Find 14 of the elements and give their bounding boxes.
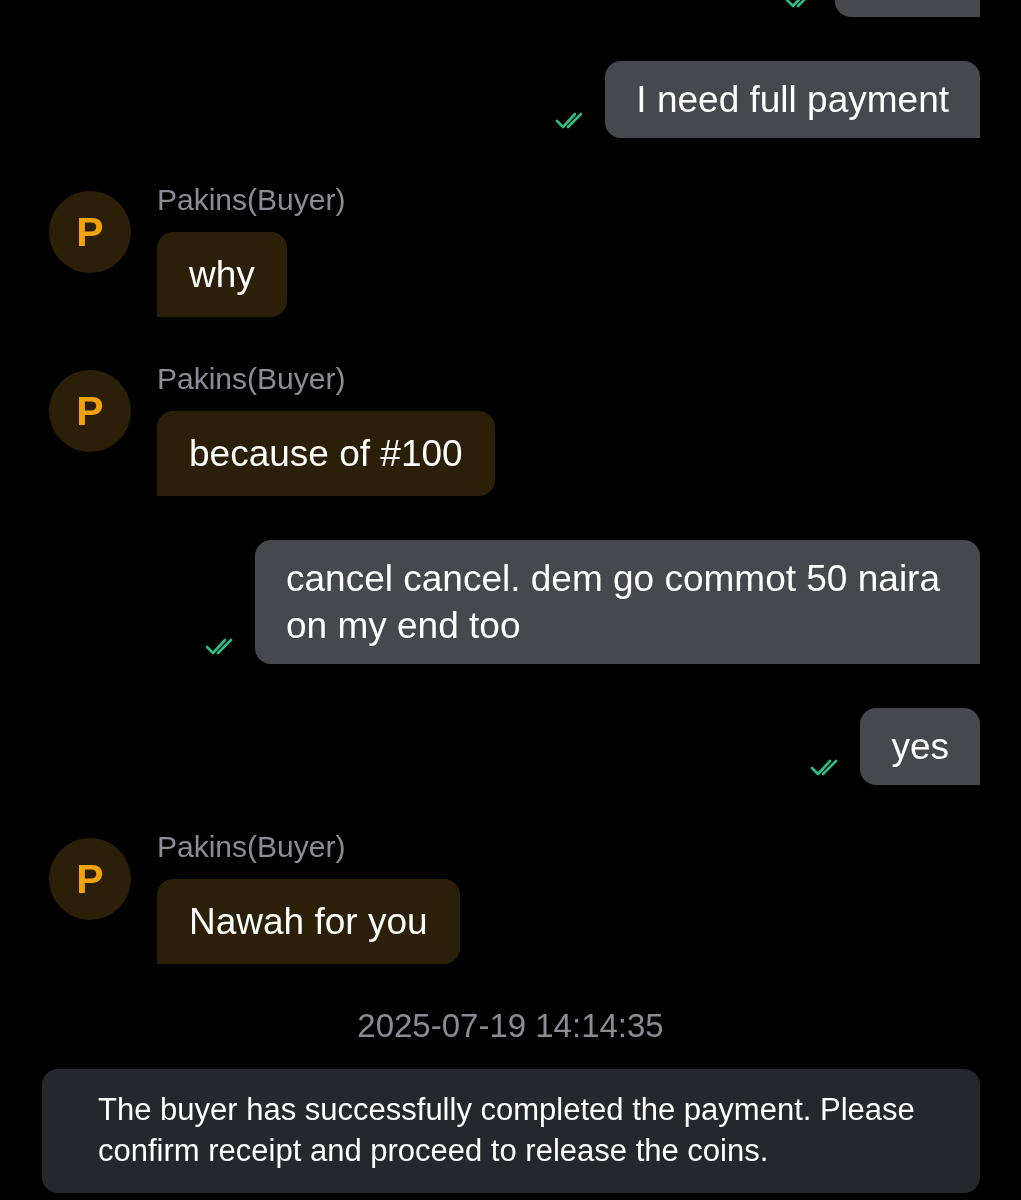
avatar-initial: P (49, 838, 131, 920)
message-bubble: cancel cancel. dem go commot 50 naira on my end too (255, 540, 980, 664)
message-timestamp: 2025-07-19 14:14:35 (357, 1006, 664, 1046)
sender-name: Pakins(Buyer) (157, 361, 346, 397)
sender-name: Pakins(Buyer) (157, 182, 346, 218)
message-bubble: I need full payment (605, 61, 980, 138)
message-bubble: Nawah for you (157, 879, 460, 964)
message-bubble: why (157, 232, 287, 317)
message-bubble: because of #100 (157, 411, 495, 496)
system-notice: The buyer has successfully completed the payment. Please confirm receipt and proceed to release the coins. (42, 1069, 980, 1193)
avatar-initial: P (49, 370, 131, 452)
avatar-initial: P (49, 191, 131, 273)
sender-name: Pakins(Buyer) (157, 829, 346, 865)
message-bubble: yes (860, 708, 980, 785)
